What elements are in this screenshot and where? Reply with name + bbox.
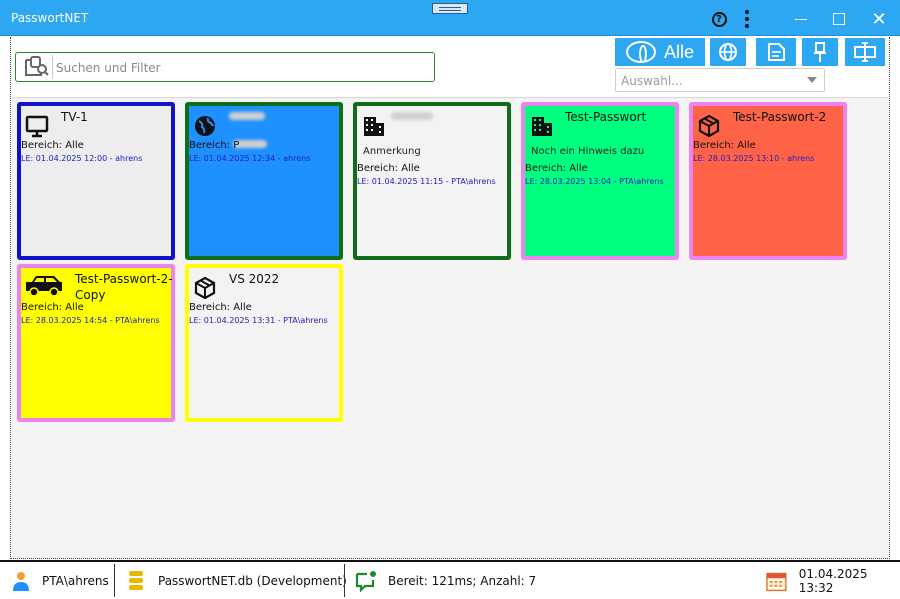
- database-icon: [129, 570, 143, 590]
- password-tile[interactable]: Anmerkung Bereich: Alle LE: 01.04.2025 1…: [353, 102, 511, 260]
- document-icon: [768, 43, 785, 61]
- tile-last-edit: LE: 28.03.2025 13:10 - ahrens: [693, 154, 815, 163]
- filter-settings-button[interactable]: [845, 38, 885, 66]
- status-datetime: 01.04.2025 13:32: [766, 562, 900, 599]
- box-icon: [194, 276, 216, 300]
- status-state-label: Bereit: 121ms; Anzahl: 7: [388, 573, 537, 588]
- tile-last-edit: LE: 01.04.2025 12:34 - ahrens: [189, 154, 311, 163]
- building-icon: [532, 117, 552, 136]
- tile-name: Test-Passwort-2-Copy: [75, 272, 173, 302]
- filter-all-button[interactable]: Alle: [615, 38, 705, 66]
- status-divider: [114, 564, 115, 597]
- chevron-down-icon: [807, 77, 817, 83]
- filter-all-label: Alle: [663, 41, 694, 62]
- filter-tag-icon[interactable]: [19, 55, 53, 79]
- globe-icon: [719, 43, 737, 61]
- status-bar: PTA\ahrens PasswortNET.db (Development) …: [0, 560, 900, 599]
- minimize-button[interactable]: [788, 8, 814, 30]
- tile-note: Anmerkung: [363, 146, 421, 157]
- monitor-icon: [25, 115, 49, 138]
- tile-area-label: Bereich: P: [189, 140, 240, 151]
- tile-last-edit: LE: 01.04.2025 12:00 - ahrens: [21, 154, 143, 163]
- tile-area-label: Bereich: Alle: [693, 140, 756, 151]
- redacted-name: [391, 112, 433, 120]
- window-title: PasswortNET: [11, 11, 89, 25]
- tile-last-edit: LE: 28.03.2025 14:54 - PTA\ahrens: [21, 316, 160, 325]
- status-database-label: PasswortNET.db (Development): [158, 573, 347, 588]
- form-settings-icon: [854, 42, 876, 62]
- tile-name: VS 2022: [229, 272, 280, 286]
- password-tile[interactable]: Test-Passwort-2 Bereich: Alle LE: 28.03.…: [689, 102, 847, 260]
- drag-handle[interactable]: [432, 3, 468, 14]
- close-button[interactable]: ✕: [866, 8, 892, 30]
- status-divider: [344, 564, 345, 597]
- status-datetime-label: 01.04.2025 13:32: [798, 566, 868, 595]
- password-tile[interactable]: TV-1 Bereich: Alle LE: 01.04.2025 12:00 …: [17, 102, 175, 260]
- search-box[interactable]: [15, 52, 435, 82]
- tile-last-edit: LE: 01.04.2025 13:31 - PTA\ahrens: [189, 316, 328, 325]
- redacted-name: [229, 112, 265, 120]
- search-input[interactable]: [56, 58, 426, 78]
- message-icon: [355, 570, 376, 592]
- help-icon: ?: [711, 11, 727, 27]
- all-icon: [625, 41, 656, 63]
- tile-last-edit: LE: 28.03.2025 13:04 - PTA\ahrens: [525, 177, 664, 186]
- globe-icon: [195, 116, 215, 136]
- category-select[interactable]: Auswahl...: [615, 68, 825, 92]
- filter-document-button[interactable]: [756, 38, 796, 66]
- more-menu-button[interactable]: [739, 8, 755, 30]
- tile-last-edit: LE: 01.04.2025 11:15 - PTA\ahrens: [357, 177, 496, 186]
- user-icon: [13, 571, 29, 591]
- pin-icon: [814, 42, 826, 62]
- help-button[interactable]: ?: [709, 8, 729, 30]
- password-tile[interactable]: Test-Passwort Noch ein Hinweis dazu Bere…: [521, 102, 679, 260]
- maximize-button[interactable]: [826, 8, 852, 30]
- tile-area-label: Bereich: Alle: [357, 163, 420, 174]
- password-tile[interactable]: VS 2022 Bereich: Alle LE: 01.04.2025 13:…: [185, 264, 343, 422]
- status-database: PasswortNET.db (Development): [128, 562, 347, 599]
- tile-name: TV-1: [61, 110, 88, 124]
- calendar-icon: [766, 572, 787, 591]
- tile-note: Noch ein Hinweis dazu: [531, 146, 645, 157]
- tile-area-label: Bereich: Alle: [21, 302, 84, 313]
- password-tile[interactable]: Test-Passwort-2-Copy Bereich: Alle LE: 2…: [17, 264, 175, 422]
- title-bar: PasswortNET ? ✕: [0, 0, 900, 36]
- status-user: PTA\ahrens: [12, 562, 109, 599]
- tile-name: Test-Passwort-2: [733, 110, 827, 124]
- tile-name: Test-Passwort: [565, 110, 647, 124]
- password-tile[interactable]: Bereich: P LE: 01.04.2025 12:34 - ahrens: [185, 102, 343, 260]
- tile-area-label: Bereich: Alle: [189, 302, 252, 313]
- filter-web-button[interactable]: [710, 38, 746, 66]
- status-user-label: PTA\ahrens: [42, 573, 109, 588]
- filter-pin-button[interactable]: [802, 38, 838, 66]
- tile-area-label: Bereich: Alle: [525, 163, 588, 174]
- category-select-placeholder: Auswahl...: [621, 74, 683, 88]
- box-icon: [698, 114, 720, 138]
- building-icon: [364, 117, 384, 136]
- tile-area-label: Bereich: Alle: [21, 140, 84, 151]
- tile-grid: TV-1 Bereich: Alle LE: 01.04.2025 12:00 …: [12, 97, 888, 558]
- car-icon: [26, 276, 62, 297]
- status-state: Bereit: 121ms; Anzahl: 7: [355, 562, 536, 599]
